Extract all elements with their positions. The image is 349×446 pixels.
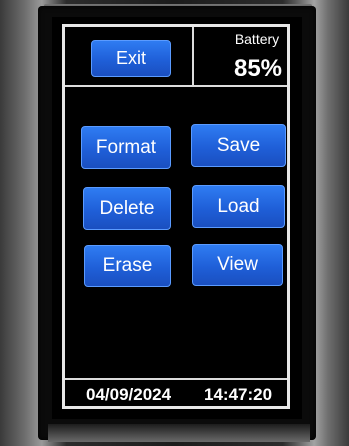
footer-divider-line [65, 378, 287, 380]
battery-label: Battery [234, 31, 280, 47]
load-button[interactable]: Load [192, 185, 285, 228]
view-button[interactable]: View [192, 244, 283, 286]
battery-level-value: 85% [233, 55, 283, 82]
time-display: 14:47:20 [204, 385, 273, 404]
header-divider-line [65, 85, 287, 87]
format-button[interactable]: Format [81, 126, 171, 169]
date-display: 04/09/2024 [86, 385, 172, 404]
device-bezel-bottom [48, 424, 310, 442]
exit-button[interactable]: Exit [91, 40, 171, 77]
save-button[interactable]: Save [191, 124, 286, 167]
delete-button[interactable]: Delete [83, 187, 171, 230]
erase-button[interactable]: Erase [84, 245, 171, 287]
header-vertical-divider [192, 27, 194, 86]
